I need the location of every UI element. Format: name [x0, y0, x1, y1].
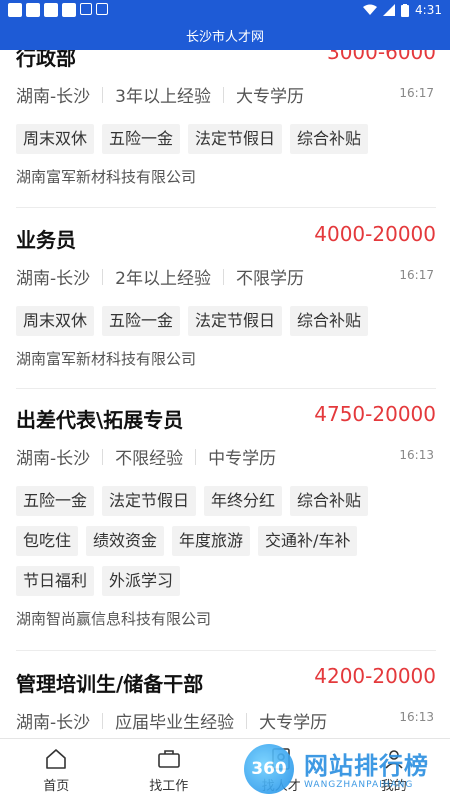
job-time: 16:13: [399, 710, 434, 724]
notification-icon: [62, 3, 76, 17]
page-title: 长沙市人才网: [185, 29, 264, 45]
text-icon: [96, 3, 108, 15]
job-title: 业务员: [16, 228, 76, 252]
signal-icon: [383, 4, 396, 16]
job-salary: 4000-20000: [314, 222, 436, 246]
job-company: 湖南智尚赢信息科技有限公司: [16, 610, 212, 628]
job-tag: 节日福利: [16, 566, 95, 596]
wifi-icon: [363, 4, 378, 15]
job-salary: 4750-20000: [314, 402, 436, 426]
job-salary: 4200-20000: [314, 664, 436, 688]
nav-home-label: 首页: [43, 779, 70, 794]
battery-icon: [401, 3, 410, 17]
job-tag: 法定节假日: [188, 306, 283, 336]
notification-icon: [44, 3, 58, 17]
nav-mine[interactable]: 我的: [338, 739, 450, 800]
job-list[interactable]: 行政部 3000-6000 湖南-长沙 3年以上经验 大专学历 16:17 周末…: [0, 50, 450, 738]
job-tag: 交通补/车补: [258, 526, 358, 556]
job-location: 湖南-长沙: [16, 87, 91, 107]
job-experience: 2年以上经验: [115, 269, 211, 289]
job-tag: 外派学习: [102, 566, 181, 596]
job-location: 湖南-长沙: [16, 269, 91, 289]
job-tag: 周末双休: [16, 306, 95, 336]
job-meta: 湖南-长沙 不限经验 中专学历: [16, 444, 276, 469]
job-time: 16:13: [399, 448, 434, 462]
nav-talent-label: 找人才: [261, 779, 301, 794]
job-card[interactable]: 行政部 3000-6000 湖南-长沙 3年以上经验 大专学历 16:17 周末…: [16, 50, 436, 186]
job-title: 出差代表\拓展专员: [16, 408, 184, 432]
divider: [16, 388, 436, 389]
job-tags: 周末双休 五险一金 法定节假日 综合补贴: [16, 124, 426, 154]
job-tag: 综合补贴: [290, 486, 369, 516]
job-tag: 年终分红: [204, 486, 283, 516]
job-title: 管理培训生/储备干部: [16, 672, 204, 696]
job-experience: 应届毕业生经验: [115, 713, 235, 733]
job-time: 16:17: [399, 86, 434, 100]
notification-icon: [26, 3, 40, 17]
nav-jobs[interactable]: 找工作: [113, 739, 226, 800]
job-salary: 3000-6000: [326, 50, 436, 64]
job-tag: 综合补贴: [290, 124, 369, 154]
job-tag: 综合补贴: [290, 306, 369, 336]
image-icon: [80, 3, 92, 15]
user-icon: [385, 750, 403, 769]
nav-talent[interactable]: 找人才: [225, 739, 338, 800]
job-tag: 周末双休: [16, 124, 95, 154]
job-education: 大专学历: [259, 713, 328, 733]
nav-mine-label: 我的: [380, 779, 407, 794]
job-meta: 湖南-长沙 应届毕业生经验 大专学历: [16, 708, 327, 733]
job-company: 湖南富军新材科技有限公司: [16, 350, 197, 368]
job-education: 大专学历: [235, 87, 304, 107]
divider: [16, 207, 436, 208]
briefcase-icon: [157, 750, 180, 768]
job-experience: 3年以上经验: [115, 87, 211, 107]
job-meta: 湖南-长沙 2年以上经验 不限学历: [16, 264, 304, 289]
job-tag: 法定节假日: [188, 124, 283, 154]
job-title: 行政部: [16, 50, 76, 70]
nav-home[interactable]: 首页: [0, 739, 113, 800]
job-location: 湖南-长沙: [16, 713, 91, 733]
notification-icon: [8, 3, 22, 17]
person-icon: [272, 748, 291, 770]
job-tag: 五险一金: [102, 306, 181, 336]
clock: 4:31: [415, 3, 442, 17]
job-tag: 包吃住: [16, 526, 79, 556]
home-icon: [46, 749, 67, 769]
job-tag: 年度旅游: [172, 526, 251, 556]
job-meta: 湖南-长沙 3年以上经验 大专学历: [16, 82, 304, 107]
job-tag: 绩效资金: [86, 526, 165, 556]
job-location: 湖南-长沙: [16, 449, 91, 469]
job-tag: 五险一金: [16, 486, 95, 516]
notification-icons: [8, 3, 108, 17]
job-card[interactable]: 出差代表\拓展专员 4750-20000 湖南-长沙 不限经验 中专学历 16:…: [16, 398, 436, 638]
job-tag: 五险一金: [102, 124, 181, 154]
app-bar: 长沙市人才网: [0, 20, 450, 50]
job-tags: 五险一金 法定节假日 年终分红 综合补贴 包吃住 绩效资金 年度旅游 交通补/车…: [16, 486, 426, 596]
status-bar: 4:31: [0, 0, 450, 20]
nav-jobs-label: 找工作: [149, 779, 189, 794]
job-education: 不限学历: [235, 269, 304, 289]
divider: [16, 650, 436, 651]
job-tags: 周末双休 五险一金 法定节假日 综合补贴: [16, 306, 426, 336]
job-education: 中专学历: [208, 449, 277, 469]
job-card[interactable]: 管理培训生/储备干部 4200-20000 湖南-长沙 应届毕业生经验 大专学历…: [16, 660, 436, 738]
job-company: 湖南富军新材科技有限公司: [16, 168, 197, 186]
job-experience: 不限经验: [115, 449, 184, 469]
job-tag: 法定节假日: [102, 486, 197, 516]
job-time: 16:17: [399, 268, 434, 282]
bottom-nav: 首页 找工作 找人才 我的: [0, 738, 450, 800]
job-card[interactable]: 业务员 4000-20000 湖南-长沙 2年以上经验 不限学历 16:17 周…: [16, 218, 436, 368]
